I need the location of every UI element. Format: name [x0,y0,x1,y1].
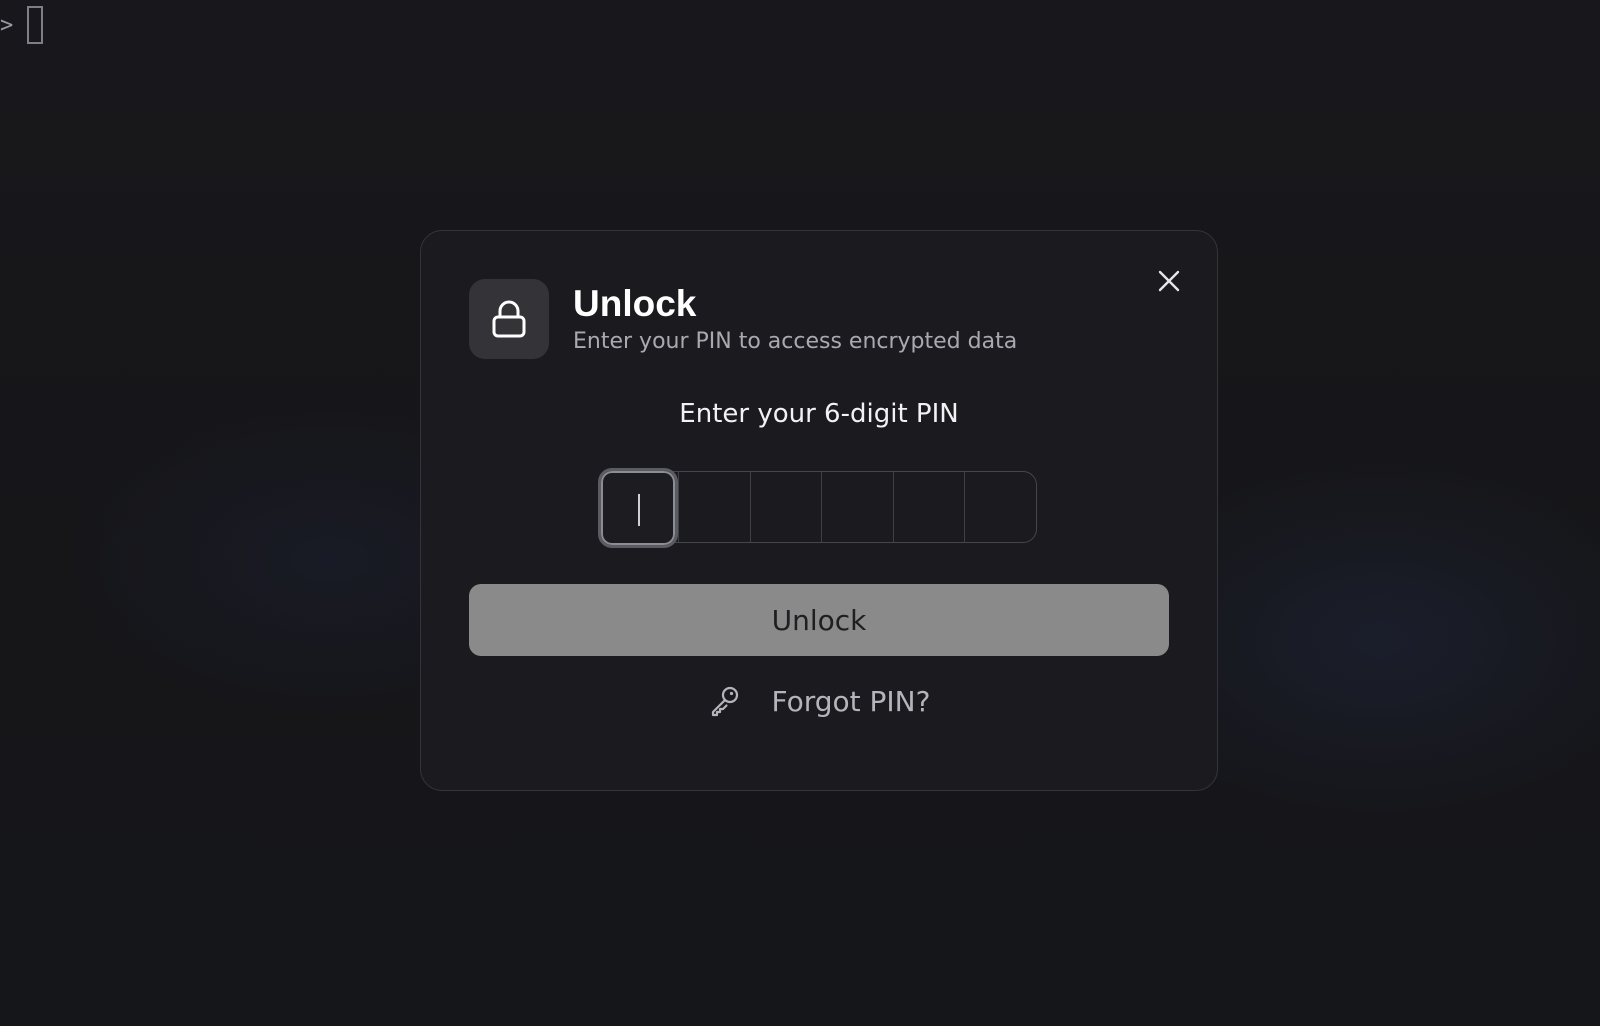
pin-digit-1[interactable] [598,468,678,548]
unlock-dialog: Unlock Enter your PIN to access encrypte… [420,230,1218,791]
dialog-header: Unlock Enter your PIN to access encrypte… [469,279,1017,359]
key-icon [711,686,738,717]
pin-digit-6[interactable] [964,472,1036,542]
close-icon [1158,270,1180,292]
forgot-pin-label: Forgot PIN? [771,684,931,718]
pin-digit-2[interactable] [678,472,750,542]
close-button[interactable] [1154,266,1184,296]
pin-digit-5[interactable] [892,472,965,542]
dialog-title: Unlock [573,283,697,324]
terminal-cursor [27,6,44,44]
pin-label: Enter your 6-digit PIN [679,399,959,429]
pin-input-group [598,468,1037,548]
pin-digit-3[interactable] [749,472,822,542]
prompt-symbol: > [0,12,14,38]
pin-digit-4[interactable] [821,472,893,542]
lock-icon [492,300,526,338]
forgot-pin-link[interactable]: Forgot PIN? [421,676,1217,726]
dialog-subtitle: Enter your PIN to access encrypted data [573,329,1018,354]
pin-text-cursor [638,494,640,526]
unlock-button[interactable]: Unlock [469,584,1169,656]
title-block: Unlock Enter your PIN to access encrypte… [573,282,1017,356]
lock-badge [469,279,549,359]
terminal-prompt: > [0,6,44,44]
